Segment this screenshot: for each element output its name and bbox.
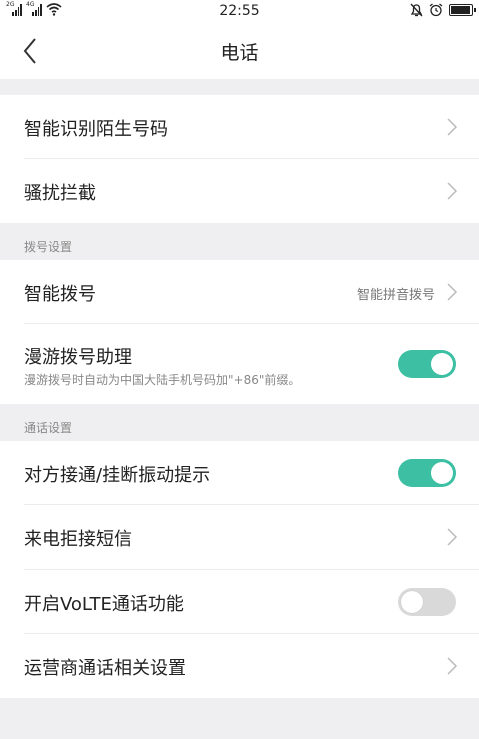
toggle-knob <box>401 591 423 613</box>
settings-row-roaming-assistant[interactable]: 漫游拨号助理 漫游拨号时自动为中国大陆手机号码加"+86"前缀。 <box>0 324 479 404</box>
status-indicators <box>410 3 476 17</box>
page-title: 电话 <box>220 42 259 64</box>
chevron-right-icon <box>447 283 458 301</box>
row-label: 运营商通话相关设置 <box>24 658 186 679</box>
row-label: 漫游拨号助理 <box>24 347 132 368</box>
row-value: 智能拼音拨号 <box>356 288 435 303</box>
alarm-icon <box>429 3 443 17</box>
row-label: 开启VoLTE通话功能 <box>24 594 184 615</box>
row-label: 骚扰拦截 <box>24 183 96 204</box>
toggle-knob <box>431 462 453 484</box>
row-subtitle: 漫游拨号时自动为中国大陆手机号码加"+86"前缀。 <box>24 373 301 387</box>
settings-row-vibrate-on-connect[interactable]: 对方接通/挂断振动提示 <box>0 441 479 505</box>
toggle-knob <box>431 353 453 375</box>
settings-row-smart-identify[interactable]: 智能识别陌生号码 <box>0 95 479 159</box>
settings-row-carrier-settings[interactable]: 运营商通话相关设置 <box>0 634 479 698</box>
chevron-right-icon <box>447 118 458 136</box>
row-label: 对方接通/挂断振动提示 <box>24 465 211 486</box>
chevron-right-icon <box>447 182 458 200</box>
chevron-right-icon <box>447 657 458 675</box>
row-label: 来电拒接短信 <box>24 529 132 550</box>
volte-toggle[interactable] <box>398 588 456 616</box>
roaming-assistant-toggle[interactable] <box>398 350 456 378</box>
section-header-dial-settings: 拨号设置 <box>24 240 73 254</box>
vibrate-on-connect-toggle[interactable] <box>398 459 456 487</box>
section-header-call-settings: 通话设置 <box>24 421 73 435</box>
row-label: 智能拨号 <box>24 284 96 305</box>
row-label: 智能识别陌生号码 <box>24 119 168 140</box>
settings-row-smart-dial[interactable]: 智能拨号 智能拼音拨号 <box>0 260 479 324</box>
chevron-right-icon <box>447 528 458 546</box>
battery-icon <box>449 4 476 16</box>
app-header: 电话 <box>0 22 479 79</box>
settings-row-volte[interactable]: 开启VoLTE通话功能 <box>0 570 479 634</box>
status-time: 22:55 <box>219 3 260 19</box>
mute-bell-icon <box>410 3 423 17</box>
settings-row-reject-sms[interactable]: 来电拒接短信 <box>0 505 479 570</box>
status-bar: 2G 4G 22:55 <box>0 0 479 22</box>
settings-row-harassment-block[interactable]: 骚扰拦截 <box>0 159 479 223</box>
